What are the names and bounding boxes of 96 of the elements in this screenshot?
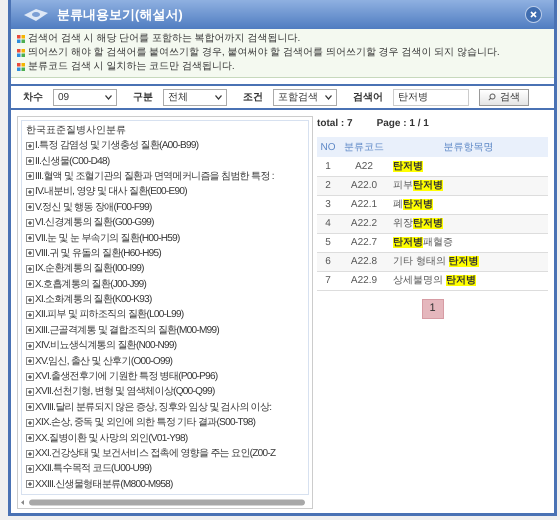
expand-icon[interactable] [26, 280, 34, 288]
chevron-icon [325, 94, 332, 100]
tree-item[interactable]: XIV.비뇨생식계통의 질환(N00-N99) [35, 339, 176, 352]
chevron-icon [105, 94, 112, 100]
expand-icon[interactable] [26, 188, 34, 196]
expand-icon[interactable] [26, 450, 34, 458]
tree-item[interactable]: XVI.출생전후기에 기원한 특정 병태(P00-P96) [35, 370, 218, 384]
tree-item[interactable]: II.신생물(C00-D48) [35, 154, 110, 168]
table-cell: A22 [339, 157, 389, 176]
bullet-icon [17, 35, 25, 43]
expand-icon[interactable] [26, 326, 34, 334]
tree-item[interactable]: XI.소화계통의 질환(K00-K93) [35, 293, 152, 306]
tree-item[interactable]: XVII.선천기형, 변형 및 염색체이상(Q00-Q99) [35, 385, 215, 398]
bullet-icon [17, 63, 25, 71]
tree-item[interactable]: III.혈액 및 조혈기관의 질환과 면역메커니즘을 침범한 특정 : [35, 170, 274, 183]
bullet-icon [17, 49, 25, 57]
table-cell: 6 [317, 252, 339, 271]
table-cell: 5 [317, 233, 339, 252]
table-cell: 탄저병패혈증 [389, 233, 548, 252]
tree-item[interactable]: XII.피부 및 피하조직의 질환(L00-L99) [35, 308, 184, 322]
notice-text: 분류코드 검색 시 일치하는 코드만 검색됩니다. [28, 61, 235, 73]
expand-icon[interactable] [26, 403, 34, 412]
table-cell: 폐탄저병 [389, 195, 548, 214]
table-cell: 4 [317, 214, 339, 233]
table-cell: 1 [317, 157, 339, 176]
column-header: 분류코드 [339, 137, 389, 157]
table-cell: 7 [317, 271, 339, 290]
table-cell: A22.9 [339, 271, 389, 290]
column-header: 분류항목명 [389, 137, 548, 157]
expand-icon[interactable] [26, 234, 34, 242]
table-cell: 탄저병 [389, 157, 548, 176]
expand-icon[interactable] [26, 418, 34, 427]
tree-item[interactable]: X.호흡계통의 질환(J00-J99) [35, 278, 146, 291]
window-title: 분류내용보기(해설서) [57, 6, 183, 24]
tree-item[interactable]: XXI.건강상태 및 보건서비스 접촉에 영향을 주는 요인(Z00-Z [35, 447, 276, 460]
notice-text: 검색어 검색 시 해당 단어를 포함하는 복합어까지 검색됩니다. [28, 33, 300, 45]
table-cell: 기타 형태의 탄저병 [389, 252, 548, 271]
tree-item[interactable]: VIII.귀 및 유돌의 질환(H60-H95) [35, 246, 161, 260]
tree-item[interactable]: XXII.특수목적 코드(U00-U99) [35, 462, 152, 476]
page-info: Page : 1 / 1 [376, 117, 429, 131]
expand-icon[interactable] [26, 357, 34, 366]
dropdown[interactable]: 전체 [163, 88, 227, 106]
tree-item[interactable]: V.정신 및 행동 장애(F00-F99) [35, 200, 152, 214]
search-icon [488, 93, 496, 101]
close-icon [530, 11, 537, 18]
table-cell: A22.8 [339, 252, 389, 271]
table-cell: A22.2 [339, 214, 389, 233]
chevron-icon [215, 94, 222, 100]
tree-item[interactable]: VII.눈 및 눈 부속기의 질환(H00-H59) [35, 232, 180, 245]
tree-item[interactable]: VI.신경계통의 질환(G00-G99) [35, 216, 154, 230]
expand-icon[interactable] [26, 249, 34, 258]
tree-item[interactable]: XVIII.달리 분류되지 않은 증상, 징후와 임상 및 검사의 이상: [35, 400, 272, 414]
field-label: 조건 [243, 90, 264, 104]
expand-icon[interactable] [26, 464, 34, 473]
dropdown[interactable]: 09 [53, 88, 117, 106]
tree-item[interactable]: IV.내분비, 영양 및 대사 질환(E00-E90) [35, 185, 187, 198]
tree-item[interactable]: IX.순환계통의 질환(I00-I99) [35, 262, 144, 276]
expand-icon[interactable] [26, 372, 34, 381]
table-cell: 피부탄저병 [389, 176, 548, 195]
expand-icon[interactable] [26, 264, 34, 273]
expand-icon[interactable] [26, 434, 34, 442]
dropdown[interactable]: 포함검색 [273, 88, 337, 106]
expand-icon[interactable] [26, 480, 34, 488]
expand-icon[interactable] [26, 172, 34, 180]
expand-icon[interactable] [26, 157, 34, 166]
field-label: 구분 [133, 90, 154, 104]
expand-icon[interactable] [26, 310, 34, 319]
search-field[interactable]: 탄저병 [393, 88, 469, 106]
field-label: 검색어 [353, 90, 384, 104]
expand-icon[interactable] [26, 218, 34, 227]
tree-root[interactable]: 한국표준질병사인분류 [26, 123, 304, 138]
tree-item[interactable]: XIII.근골격계통 및 결합조직의 질환(M00-M99) [35, 324, 220, 337]
table-cell: 위장탄저병 [389, 214, 548, 233]
expand-icon[interactable] [26, 296, 34, 304]
expand-icon[interactable] [26, 388, 34, 396]
tree-item[interactable]: XXIII.신생물형태분류(M800-M958) [35, 478, 173, 491]
column-header: NO [317, 137, 339, 157]
tree-item[interactable]: XV.임신, 출산 및 산후기(O00-O99) [35, 354, 172, 368]
field-label: 차수 [23, 90, 44, 104]
table-cell: A22.1 [339, 195, 389, 214]
tree-item[interactable]: I.특정 감염성 및 기생충성 질환(A00-B99) [35, 139, 198, 152]
tree-item[interactable]: XX.질병이환 및 사망의 외인(V01-Y98) [35, 432, 188, 445]
expand-icon[interactable] [26, 203, 34, 212]
tree-item[interactable]: XIX.손상, 중독 및 외인에 의한 특정 기타 결과(S00-T98) [35, 416, 256, 430]
page-button[interactable]: 1 [422, 298, 444, 318]
search-button[interactable]: 검색 [479, 88, 529, 106]
expand-icon[interactable] [26, 342, 34, 350]
table-cell: 상세불명의 탄저병 [389, 271, 548, 290]
expand-icon[interactable] [26, 142, 34, 150]
table-cell: A22.0 [339, 176, 389, 195]
table-cell: A22.7 [339, 233, 389, 252]
notice-text: 띄어쓰기 해야 할 검색어를 붙여쓰기할 경우, 붙여써야 할 검색어를 띄어쓰기할 경우 검색이 되지 않습니다. [28, 47, 500, 59]
close-button[interactable] [525, 6, 542, 23]
total-count: total : 7 [317, 117, 353, 131]
table-cell: 3 [317, 195, 339, 214]
table-cell: 2 [317, 176, 339, 195]
